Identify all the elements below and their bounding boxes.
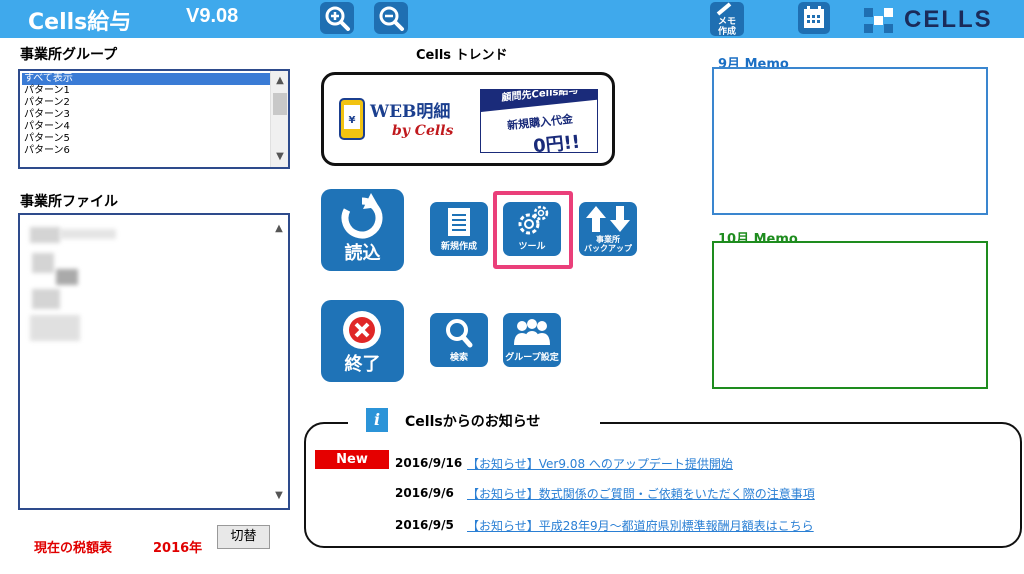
office-group-scrollbar[interactable]: ▲ ▼ [270, 71, 288, 167]
web-meisai-logo: ¥ WEB明細 by Cells [338, 93, 478, 149]
office-group-item[interactable]: パターン6 [22, 145, 270, 157]
group-settings-label: グループ設定 [505, 353, 559, 363]
info-icon: i [366, 408, 388, 432]
switch-button[interactable]: 切替 [217, 525, 270, 549]
tax-table-label: 現在の税額表 [34, 541, 113, 556]
updown-arrow-icon [586, 206, 630, 232]
tax-table-year: 2016年 [153, 541, 203, 556]
banner-promo-price: 0円!! [532, 131, 582, 153]
office-group-item[interactable]: パターン2 [22, 97, 270, 109]
calendar-icon [804, 6, 824, 28]
zoom-in-icon [325, 6, 350, 31]
calendar-button[interactable] [798, 2, 830, 34]
group-icon [514, 319, 550, 345]
memo-pencil-icon: メモ 作成 [710, 2, 744, 37]
search-button[interactable]: 検索 [430, 313, 488, 367]
exit-button-label: 終了 [344, 354, 381, 375]
group-settings-button[interactable]: グループ設定 [503, 313, 561, 367]
banner-web-text: WEB明細 [370, 102, 451, 122]
logo-text: CELLS [904, 6, 993, 33]
office-group-label: 事業所グループ [20, 47, 118, 63]
redacted-item [60, 229, 116, 239]
trend-banner[interactable]: ¥ WEB明細 by Cells 顧問先Cells給与 新規購入代金 0円!! [321, 72, 615, 166]
backup-label-line1: 事業所 [596, 235, 620, 244]
zoom-in-button[interactable] [320, 2, 354, 34]
redacted-item [32, 253, 54, 273]
exit-button[interactable]: 終了 [321, 300, 404, 382]
search-icon [446, 319, 473, 348]
cells-logo: CELLS [862, 4, 1002, 36]
office-group-item[interactable]: パターン3 [22, 109, 270, 121]
redacted-item [30, 315, 80, 341]
svg-text:作成: 作成 [718, 25, 736, 37]
sep-memo-box[interactable] [712, 67, 988, 215]
redacted-item [56, 269, 78, 285]
phone-icon: ¥ [339, 98, 365, 140]
search-label: 検索 [449, 353, 468, 363]
notice-link[interactable]: 【お知らせ】Ver9.08 へのアップデート提供開始 [467, 455, 733, 472]
office-group-item[interactable]: パターン1 [22, 85, 270, 97]
redacted-item [30, 227, 60, 243]
office-group-listbox[interactable]: すべて表示 パターン1 パターン2 パターン3 パターン4 パターン5 パターン6 ▲ ▼ [18, 69, 290, 169]
banner-by-cells: by Cells [392, 123, 454, 139]
scroll-up-icon[interactable]: ▲ [271, 73, 289, 89]
svg-text:メモ: メモ [718, 16, 736, 27]
notice-title: Cellsからのお知らせ [405, 414, 541, 430]
zoom-out-button[interactable] [374, 2, 408, 34]
app-title: Cells給与 [28, 10, 132, 35]
notice-date: 2016/9/16 [395, 456, 463, 470]
notice-link[interactable]: 【お知らせ】数式関係のご質問・ご依頼をいただく際の注意事項 [467, 485, 815, 502]
new-create-label: 新規作成 [440, 242, 477, 252]
load-button[interactable]: 読込 [321, 189, 404, 271]
scroll-up-icon[interactable]: ▲ [270, 221, 288, 237]
memo-create-button[interactable]: メモ 作成 [708, 0, 746, 38]
new-badge: New [315, 450, 389, 469]
document-icon [448, 208, 470, 236]
notice-link[interactable]: 【お知らせ】平成28年9月～都道府県別標準報酬月額表はこちら [467, 517, 814, 534]
office-group-item[interactable]: パターン4 [22, 121, 270, 133]
scroll-down-icon[interactable]: ▼ [271, 149, 289, 165]
notice-date: 2016/9/6 [395, 486, 454, 500]
trend-title: Cells トレンド [416, 48, 508, 63]
office-file-label: 事業所ファイル [20, 194, 118, 210]
office-group-item[interactable]: すべて表示 [22, 73, 270, 85]
header-bar: Cells給与 V9.08 メモ 作成 CELLS [0, 0, 1024, 38]
banner-promo-top: 顧問先Cells給与 [481, 90, 597, 112]
office-file-scrollbar[interactable]: ▲ ▼ [270, 215, 288, 508]
backup-label: 事業所 バックアップ [579, 235, 637, 253]
office-file-listbox[interactable]: ▲ ▼ [18, 213, 290, 510]
new-create-button[interactable]: 新規作成 [430, 202, 488, 256]
notice-date: 2016/9/5 [395, 518, 454, 532]
office-group-items: すべて表示 パターン1 パターン2 パターン3 パターン4 パターン5 パターン6 [22, 73, 270, 157]
zoom-out-icon [379, 6, 404, 31]
banner-promo: 顧問先Cells給与 新規購入代金 0円!! [480, 89, 598, 153]
backup-button[interactable]: 事業所 バックアップ [579, 202, 637, 256]
oct-memo-box[interactable] [712, 241, 988, 389]
tools-highlight [493, 191, 573, 269]
reload-icon [341, 193, 383, 239]
redacted-item [32, 289, 60, 309]
load-button-label: 読込 [344, 243, 381, 264]
scroll-thumb[interactable] [273, 93, 287, 115]
svg-text:¥: ¥ [349, 115, 356, 126]
scroll-down-icon[interactable]: ▼ [270, 488, 288, 504]
backup-label-line2: バックアップ [584, 244, 632, 253]
version-label: V9.08 [186, 5, 239, 27]
office-group-item[interactable]: パターン5 [22, 133, 270, 145]
